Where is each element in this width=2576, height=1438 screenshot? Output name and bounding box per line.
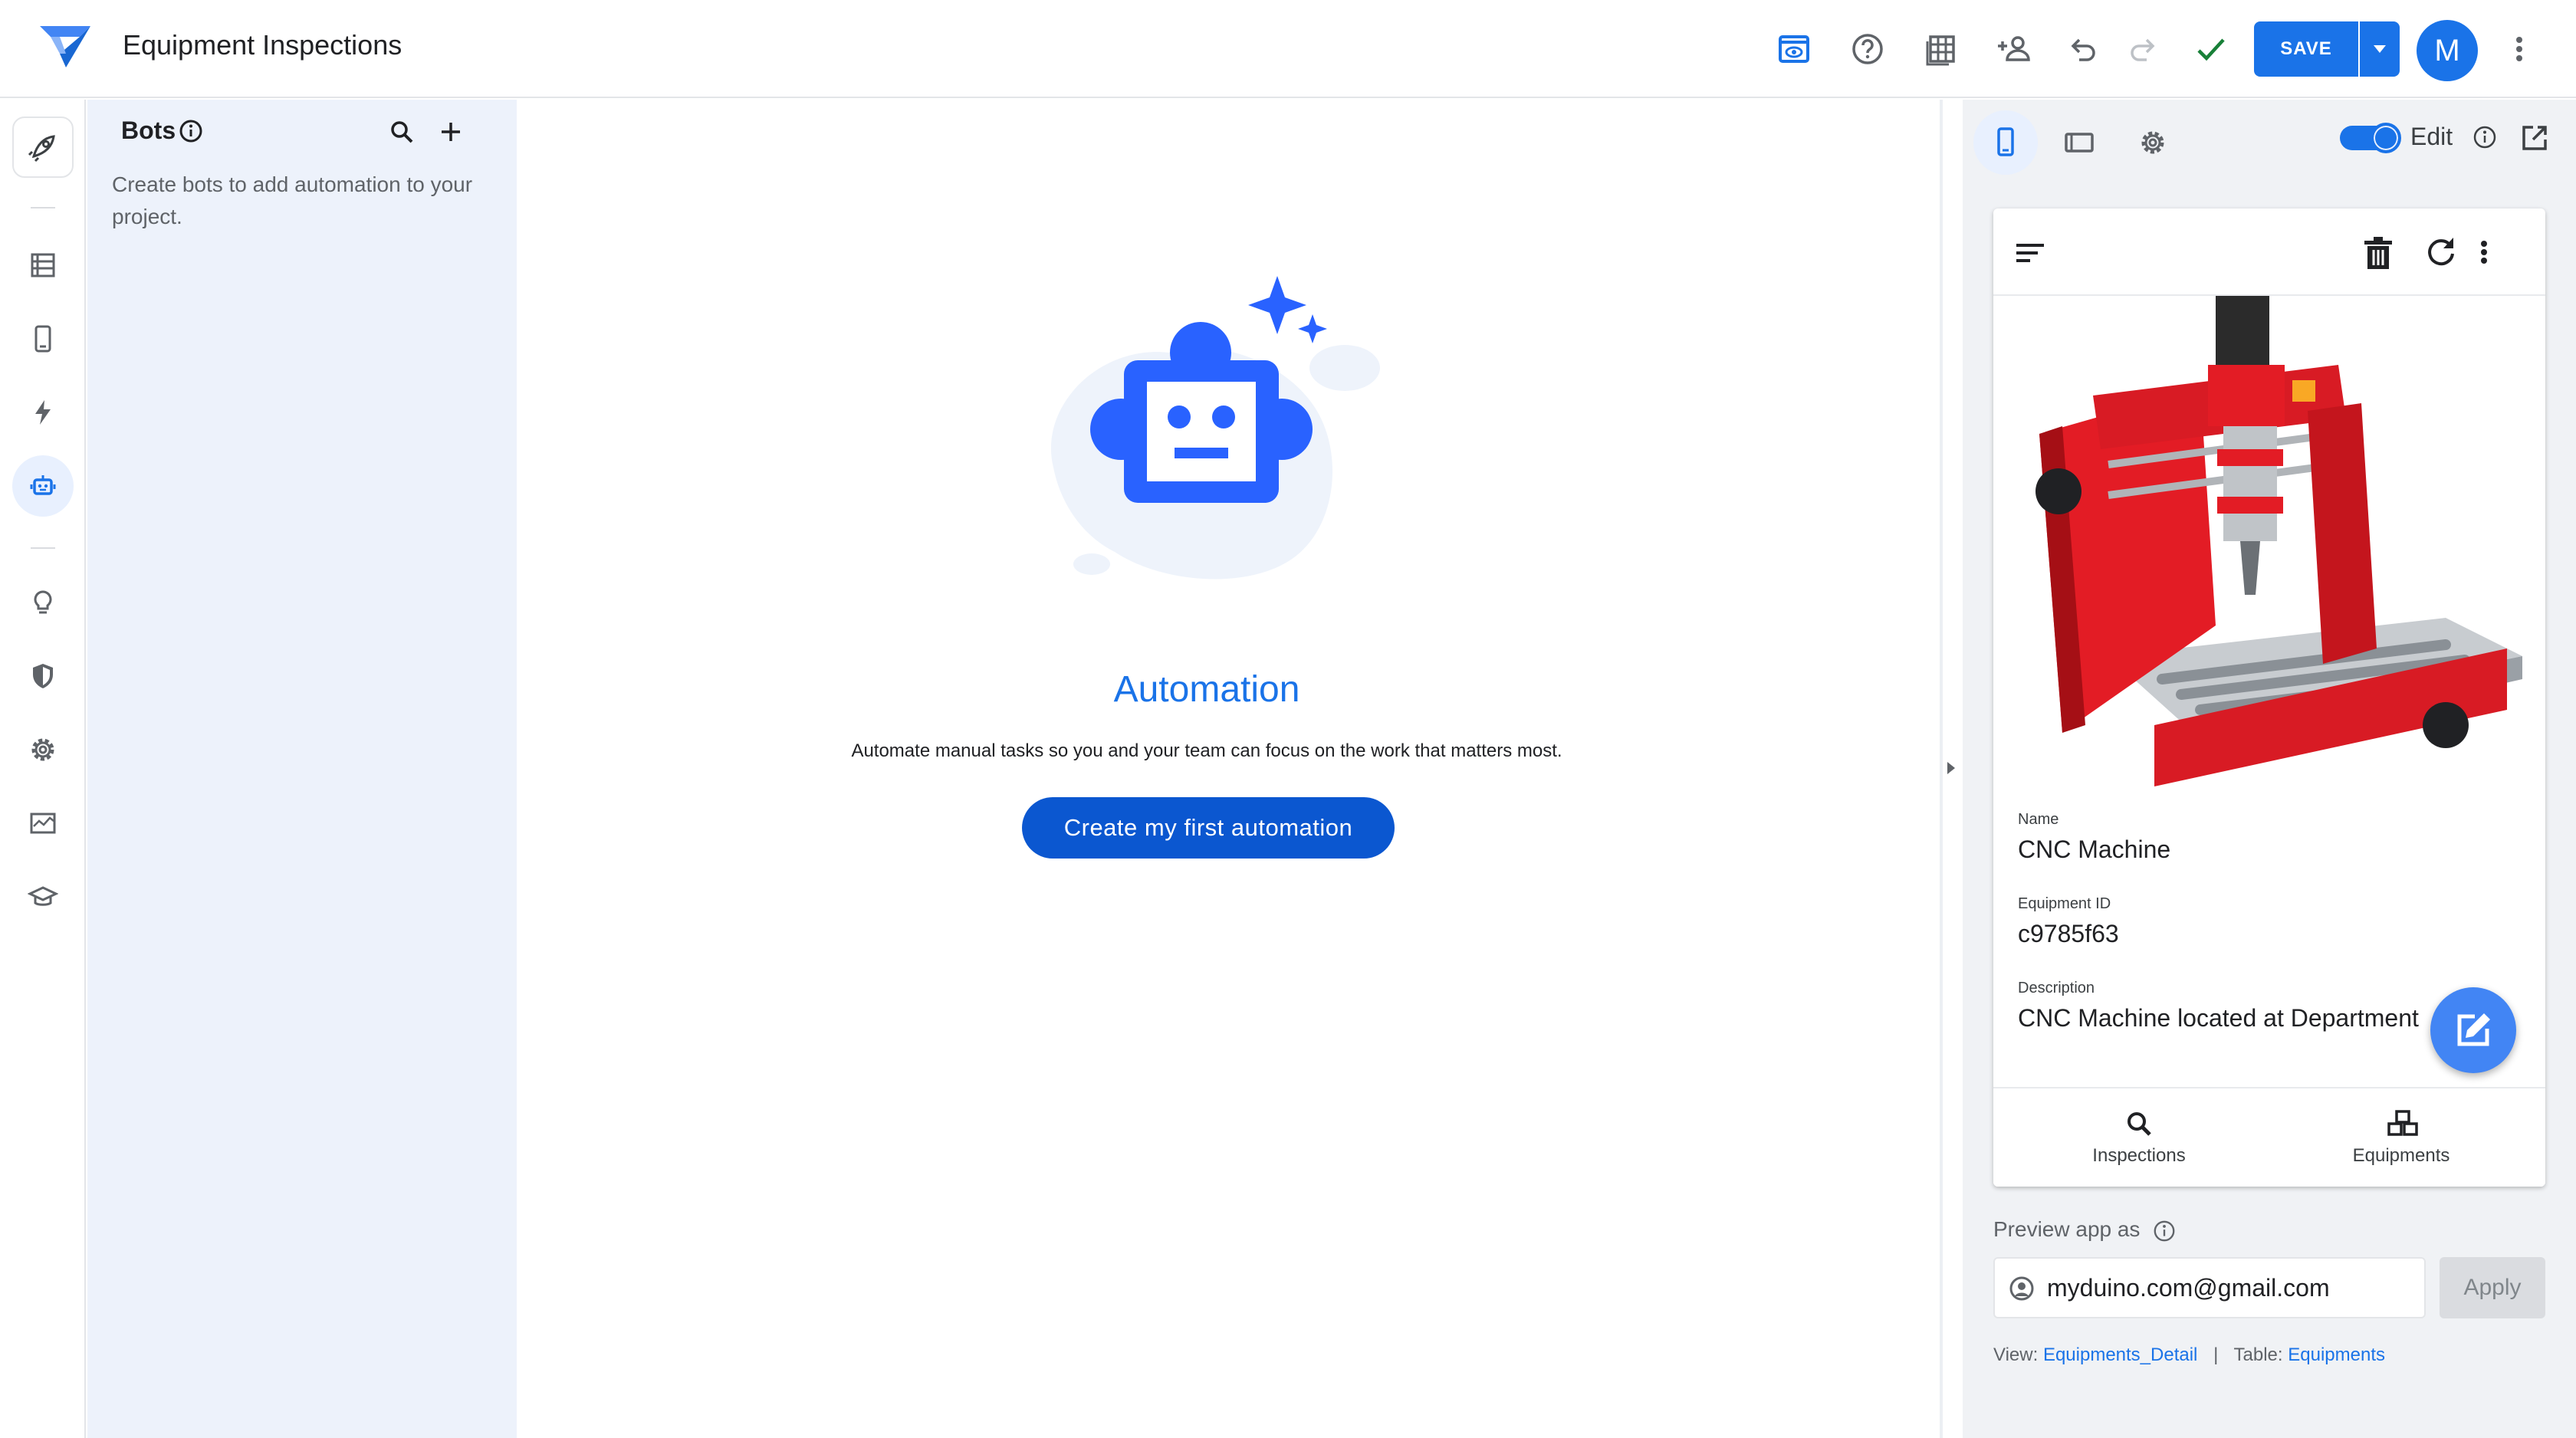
refresh-icon[interactable] — [2423, 235, 2458, 270]
save-dropdown-button[interactable] — [2360, 21, 2400, 77]
edit-toggle[interactable] — [2340, 123, 2401, 153]
bots-icon[interactable] — [12, 455, 74, 517]
robot-illustration — [1007, 276, 1406, 613]
account-icon — [2009, 1275, 2035, 1302]
preview-info-icon — [2154, 1220, 2175, 1242]
preview-toolbar: Edit — [1963, 100, 2576, 176]
field-label-name: Name — [2018, 811, 2059, 828]
add-person-icon[interactable] — [1993, 28, 2036, 71]
preview-email-input[interactable] — [2045, 1272, 2413, 1303]
preview-email-field[interactable] — [1993, 1257, 2426, 1318]
view-link[interactable]: Equipments_Detail — [2043, 1344, 2197, 1365]
field-label-description: Description — [2018, 980, 2095, 996]
field-value-name: CNC Machine — [2018, 836, 2171, 863]
insights-icon[interactable] — [12, 572, 74, 633]
app-preview-phone: Name CNC Machine Equipment ID c9785f63 D… — [1993, 208, 2545, 1187]
field-value-equipment-id: c9785f63 — [2018, 920, 2119, 947]
rocket-icon[interactable] — [12, 117, 74, 178]
check-icon — [2190, 28, 2233, 71]
nav-inspections-label: Inspections — [2092, 1145, 2186, 1166]
search-icon[interactable] — [386, 117, 417, 147]
edit-fab[interactable] — [2430, 987, 2516, 1073]
more-vert-icon[interactable] — [2498, 28, 2541, 71]
info-icon[interactable] — [178, 118, 204, 144]
mobile-view-icon[interactable] — [1973, 110, 2038, 175]
create-automation-button[interactable]: Create my first automation — [1022, 797, 1395, 859]
edit-info-icon[interactable] — [2472, 124, 2498, 150]
table-icon[interactable] — [1920, 28, 1963, 71]
avatar[interactable]: M — [2417, 20, 2478, 81]
actions-icon[interactable] — [12, 382, 74, 443]
boxes-icon — [2386, 1108, 2420, 1139]
automation-description: Automate manual tasks so you and your te… — [851, 740, 1562, 761]
security-icon[interactable] — [12, 645, 74, 707]
delete-icon[interactable] — [2361, 235, 2395, 271]
preview-settings-icon[interactable] — [2121, 110, 2185, 175]
learn-icon[interactable] — [12, 866, 74, 927]
detail-toolbar — [1993, 208, 2545, 296]
field-value-description: CNC Machine located at Department — [2018, 1004, 2419, 1032]
app-title: Equipment Inspections — [123, 29, 402, 61]
data-icon[interactable] — [12, 235, 74, 296]
view-table-info: View: Equipments_Detail | Table: Equipme… — [1993, 1344, 2385, 1365]
table-link[interactable]: Equipments — [2288, 1344, 2385, 1365]
redo-icon[interactable] — [2122, 28, 2165, 71]
mobile-icon[interactable] — [12, 308, 74, 369]
bottom-nav: Inspections Equipments — [1993, 1087, 2545, 1187]
nav-equipments[interactable]: Equipments — [2271, 1088, 2532, 1187]
undo-icon[interactable] — [2061, 28, 2104, 71]
bots-panel: Bots Create bots to add automation to yo… — [87, 100, 517, 1438]
help-icon[interactable] — [1846, 28, 1889, 71]
edit-icon — [2457, 1013, 2490, 1046]
nav-rail — [0, 100, 86, 1438]
collapse-arrow-icon[interactable] — [1943, 759, 1958, 777]
automation-empty-state: Automation Automate manual tasks so you … — [517, 100, 1940, 1438]
logo-icon[interactable] — [37, 23, 94, 71]
sort-icon[interactable] — [2013, 236, 2047, 270]
app-header: Equipment Inspections SAVE M — [0, 0, 2576, 98]
preview-panel: Edit Name CNC Machine Equipment ID c9785… — [1963, 100, 2576, 1438]
edit-label: Edit — [2410, 123, 2453, 150]
chevron-down-icon — [2374, 45, 2386, 53]
bots-description: Create bots to add automation to your pr… — [112, 172, 473, 228]
settings-icon[interactable] — [12, 719, 74, 780]
equipment-image — [2016, 296, 2522, 794]
preview-icon[interactable] — [1773, 28, 1815, 71]
save-button[interactable]: SAVE — [2254, 21, 2358, 77]
add-bot-icon[interactable] — [435, 117, 466, 147]
open-external-icon[interactable] — [2519, 123, 2550, 153]
bots-title: Bots — [121, 117, 176, 144]
nav-inspections[interactable]: Inspections — [2009, 1088, 2269, 1187]
monitor-icon[interactable] — [12, 793, 74, 854]
automation-title: Automation — [1113, 669, 1300, 710]
field-label-equipment-id: Equipment ID — [2018, 895, 2111, 912]
tablet-view-icon[interactable] — [2047, 110, 2111, 175]
preview-as-label: Preview app as — [1993, 1217, 2177, 1243]
nav-equipments-label: Equipments — [2352, 1145, 2450, 1166]
apply-button[interactable]: Apply — [2440, 1257, 2545, 1318]
detail-more-icon[interactable] — [2476, 235, 2492, 270]
search-icon — [2124, 1108, 2154, 1139]
